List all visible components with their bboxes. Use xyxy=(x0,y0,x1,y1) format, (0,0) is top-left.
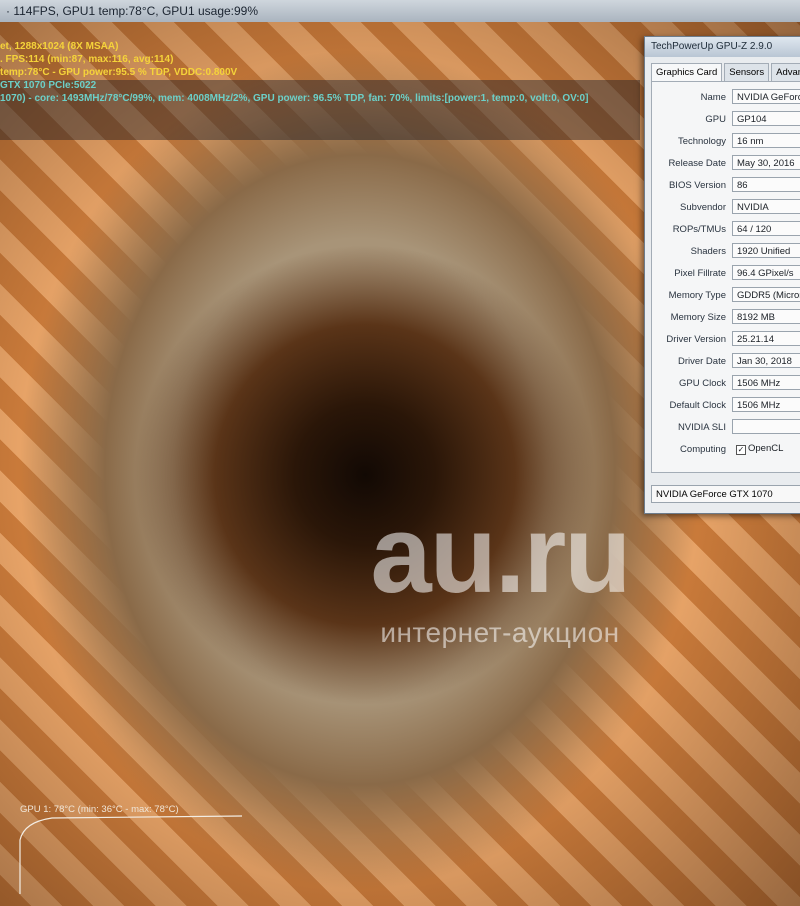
field-name: Name NVIDIA GeForce GTX 1070 xyxy=(652,88,800,108)
computing-value: OpenCL xyxy=(748,443,784,454)
field-value[interactable]: 96.4 GPixel/s xyxy=(732,265,800,280)
temperature-graph-line xyxy=(19,815,242,894)
osd-line-fps: . FPS:114 (min:87, max:116, avg:114) xyxy=(0,54,174,65)
field-value[interactable]: NVIDIA GeForce GTX 1070 xyxy=(732,89,800,104)
field-label: Shaders xyxy=(690,246,726,257)
gpuz-titlebar[interactable]: TechPowerUp GPU-Z 2.9.0 xyxy=(645,37,800,57)
osd-line-gpu: GTX 1070 PCle:5022 xyxy=(0,80,97,91)
gpu-select-dropdown[interactable]: NVIDIA GeForce GTX 1070 xyxy=(651,485,800,503)
field-value[interactable]: NVIDIA xyxy=(732,199,800,214)
field-value[interactable]: GDDR5 (Micron) xyxy=(732,287,800,302)
watermark-logo: au.ru xyxy=(370,493,632,616)
field-value[interactable]: 64 / 120 xyxy=(732,221,800,236)
field-release-date: Release Date May 30, 2016 xyxy=(652,154,800,174)
field-value[interactable] xyxy=(732,419,800,434)
field-value[interactable]: 16 nm xyxy=(732,133,800,148)
osd-line-temp: temp:78°C - GPU power:95.5 % TDP, VDDC:0… xyxy=(0,67,238,78)
field-value[interactable]: 1506 MHz xyxy=(732,375,800,390)
field-value[interactable]: 1506 MHz xyxy=(732,397,800,412)
tab-graphics-card[interactable]: Graphics Card xyxy=(651,63,723,81)
field-label: Name xyxy=(700,92,726,103)
field-gpu-clock: GPU Clock 1506 MHz xyxy=(652,374,800,394)
field-subvendor: Subvendor NVIDIA xyxy=(652,198,800,218)
field-label: Technology xyxy=(677,136,726,147)
field-value[interactable]: 1920 Unified xyxy=(732,243,800,258)
field-technology: Technology 16 nm xyxy=(652,132,800,152)
field-default-clock: Default Clock 1506 MHz xyxy=(652,396,800,416)
gpuz-title: TechPowerUp GPU-Z 2.9.0 xyxy=(651,41,773,52)
field-label: Memory Type xyxy=(668,290,726,301)
osd-line-core: 1070) - core: 1493MHz/78°C/99%, mem: 400… xyxy=(0,93,589,104)
window-titlebar[interactable]: · 114FPS, GPU1 temp:78°C, GPU1 usage:99% xyxy=(0,0,800,22)
tab-advanced[interactable]: Advanced xyxy=(771,63,800,81)
field-pixel-fillrate: Pixel Fillrate 96.4 GPixel/s xyxy=(652,264,800,284)
field-rops-tmus: ROPs/TMUs 64 / 120 xyxy=(652,220,800,240)
window-title: · 114FPS, GPU1 temp:78°C, GPU1 usage:99% xyxy=(6,4,259,18)
field-value[interactable]: May 30, 2016 xyxy=(732,155,800,170)
field-label: Computing xyxy=(680,444,726,455)
watermark-subtitle: интернет-аукцион xyxy=(380,617,620,648)
field-shaders: Shaders 1920 Unified xyxy=(652,242,800,262)
field-label: Release Date xyxy=(668,158,726,169)
field-memory-size: Memory Size 8192 MB xyxy=(652,308,800,328)
field-label: Pixel Fillrate xyxy=(674,268,726,279)
temperature-graph xyxy=(19,815,242,894)
field-memory-type: Memory Type GDDR5 (Micron) xyxy=(652,286,800,306)
field-label: Default Clock xyxy=(669,400,727,411)
field-label: ROPs/TMUs xyxy=(672,224,726,235)
field-label: Memory Size xyxy=(670,312,726,323)
field-driver-version: Driver Version 25.21.14 xyxy=(652,330,800,350)
field-label: Subvendor xyxy=(680,202,726,213)
field-computing: Computing ✓ OpenCL xyxy=(652,440,800,460)
field-driver-date: Driver Date Jan 30, 2018 xyxy=(652,352,800,372)
field-label: NVIDIA SLI xyxy=(677,422,726,433)
field-label: Driver Date xyxy=(677,356,726,367)
checkmark-icon: ✓ xyxy=(736,445,746,455)
field-value[interactable]: Jan 30, 2018 xyxy=(732,353,800,368)
osd-line-resolution: et, 1288x1024 (8X MSAA) xyxy=(0,41,119,52)
gpuz-panel: Name NVIDIA GeForce GTX 1070 GPU GP104 Tec… xyxy=(651,81,800,473)
gpu-select-value: NVIDIA GeForce GTX 1070 xyxy=(656,489,773,500)
field-gpu: GPU GP104 xyxy=(652,110,800,130)
gpuz-tabs: Graphics Card Sensors Advanced xyxy=(645,57,800,81)
field-bios-version: BIOS Version 86 xyxy=(652,176,800,196)
osd-overlay: et, 1288x1024 (8X MSAA) . FPS:114 (min:8… xyxy=(0,40,588,105)
field-value[interactable]: 25.21.14 xyxy=(732,331,800,346)
field-label: GPU Clock xyxy=(679,378,726,389)
opencl-checkbox[interactable]: ✓ OpenCL xyxy=(732,441,800,456)
field-nvidia-sli: NVIDIA SLI xyxy=(652,418,800,438)
field-value[interactable]: 8192 MB xyxy=(732,309,800,324)
field-label: Driver Version xyxy=(666,334,726,345)
field-label: GPU xyxy=(705,114,726,125)
field-label: BIOS Version xyxy=(668,180,726,191)
tab-sensors[interactable]: Sensors xyxy=(724,63,770,81)
field-value[interactable]: 86 xyxy=(732,177,800,192)
gpuz-window[interactable]: TechPowerUp GPU-Z 2.9.0 Graphics Card Se… xyxy=(644,36,800,514)
field-value[interactable]: GP104 xyxy=(732,111,800,126)
au-ru-watermark: au.ru интернет-аукцион xyxy=(330,500,670,648)
